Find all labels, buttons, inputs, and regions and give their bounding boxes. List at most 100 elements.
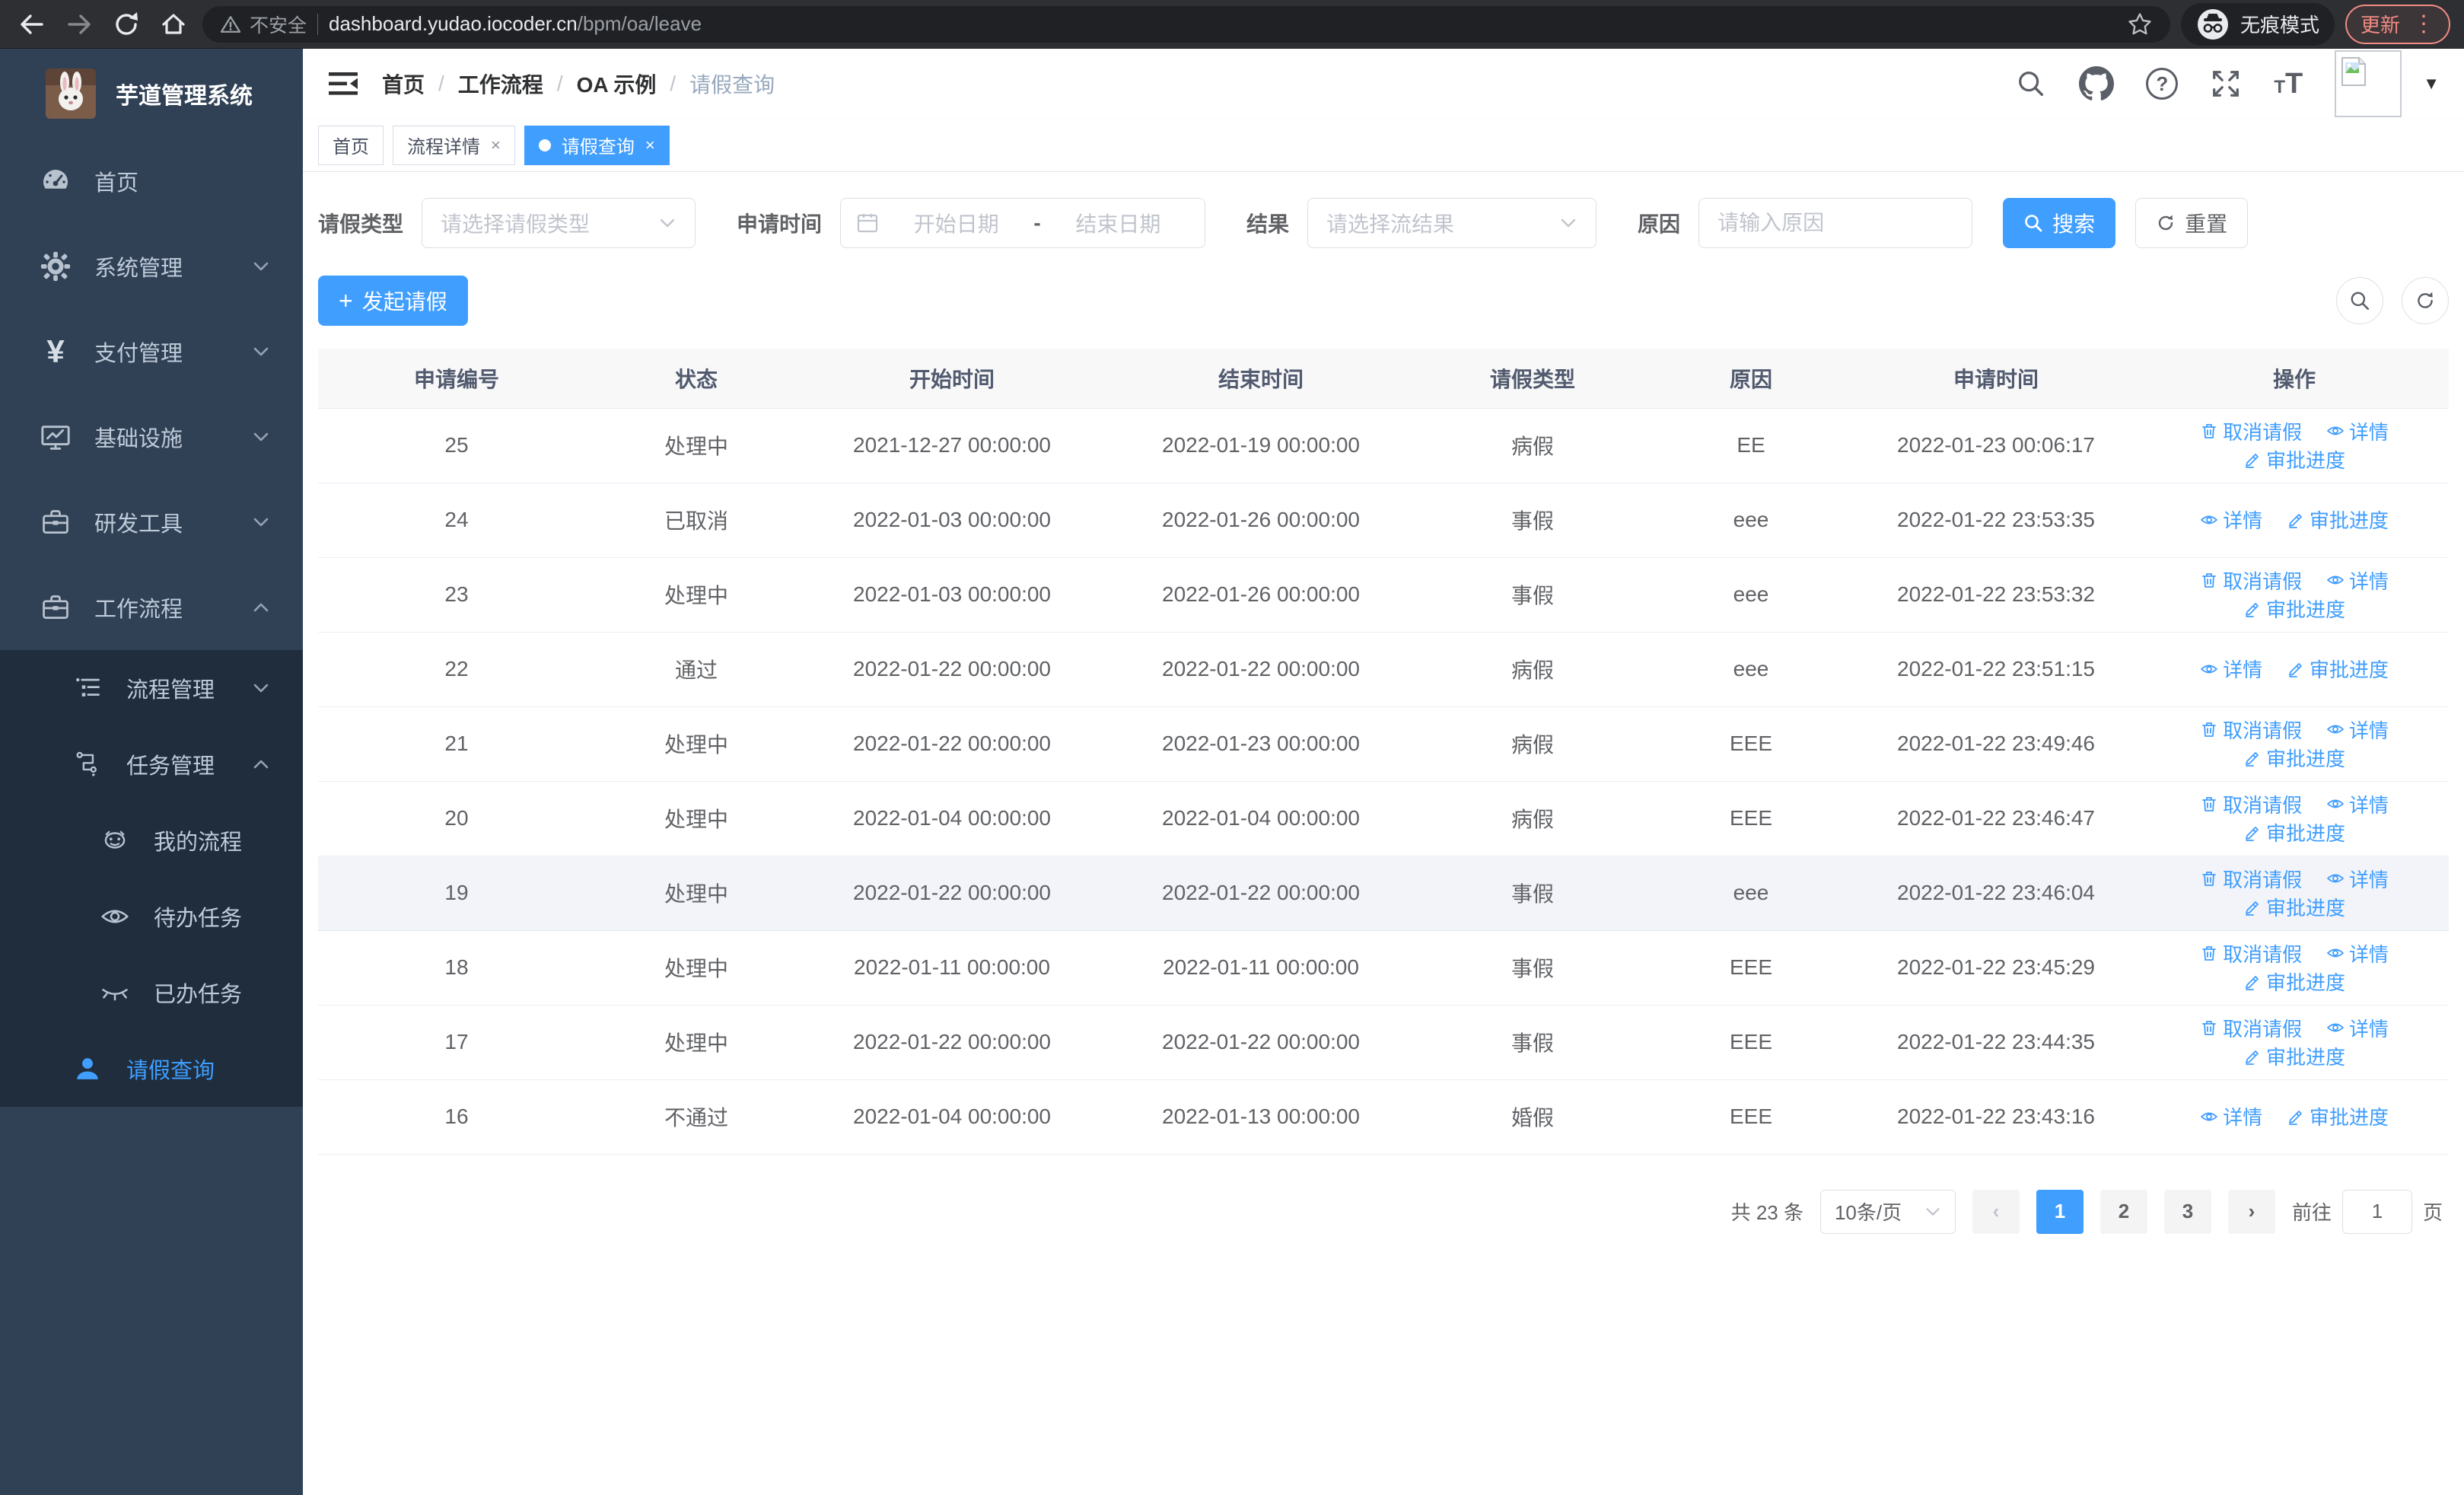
table-row: 17 处理中 2022-01-22 00:00:00 2022-01-22 00… <box>318 1005 2449 1080</box>
page-size-select[interactable]: 10条/页 <box>1819 1189 1956 1234</box>
goto-page-input[interactable] <box>2341 1189 2412 1234</box>
browser-home-icon[interactable] <box>155 6 192 43</box>
face-icon <box>97 826 132 855</box>
address-bar[interactable]: 不安全 dashboard.yudao.iocoder.cn/bpm/oa/le… <box>202 5 2170 43</box>
page-content: 请假类型 请选择请假类型 申请时间 开始日期 - 结束日期 结果 请选择流结果 … <box>303 172 2464 1495</box>
cancel-leave-link[interactable]: 取消请假 <box>2200 716 2302 744</box>
hide-search-button[interactable] <box>2336 277 2383 324</box>
approval-progress-link[interactable]: 审批进度 <box>2287 1102 2389 1130</box>
chevron-down-icon <box>251 512 271 532</box>
detail-link[interactable]: 详情 <box>2326 1014 2389 1042</box>
cell-status: 处理中 <box>595 408 797 483</box>
tab-process-detail[interactable]: 流程详情 × <box>393 125 515 165</box>
breadcrumb-item[interactable]: 首页 <box>382 69 425 99</box>
help-icon[interactable]: ? <box>2146 68 2179 100</box>
approval-progress-link[interactable]: 审批进度 <box>2243 594 2345 623</box>
page-button-3[interactable]: 3 <box>2163 1189 2211 1234</box>
divider <box>317 13 319 35</box>
sidebar-item-devtools[interactable]: 研发工具 <box>0 480 303 565</box>
cancel-leave-link[interactable]: 取消请假 <box>2200 790 2302 818</box>
cancel-leave-link[interactable]: 取消请假 <box>2200 865 2302 893</box>
cancel-leave-link[interactable]: 取消请假 <box>2200 566 2302 594</box>
trash-icon <box>2202 872 2216 886</box>
table-toolbar: + 发起请假 <box>318 276 2449 326</box>
approval-progress-link[interactable]: 审批进度 <box>2287 505 2389 534</box>
detail-link[interactable]: 详情 <box>2326 716 2389 744</box>
approval-progress-link[interactable]: 审批进度 <box>2243 1042 2345 1070</box>
refresh-table-button[interactable] <box>2402 277 2449 324</box>
next-page-button[interactable]: › <box>2227 1189 2275 1234</box>
detail-link[interactable]: 详情 <box>2200 1102 2262 1130</box>
create-leave-button[interactable]: + 发起请假 <box>318 276 468 326</box>
table-row: 25 处理中 2021-12-27 00:00:00 2022-01-19 00… <box>318 408 2449 483</box>
approval-progress-link[interactable]: 审批进度 <box>2243 818 2345 846</box>
sidebar-item-process-mgmt[interactable]: 流程管理 <box>0 650 303 726</box>
sidebar-collapse-icon[interactable] <box>327 69 359 98</box>
cell-apply-id: 22 <box>318 632 595 707</box>
browser-menu-icon[interactable]: ⋮ <box>2412 12 2435 36</box>
font-size-icon[interactable]: TT <box>2274 68 2303 100</box>
cell-start-time: 2022-01-22 00:00:00 <box>797 632 1106 707</box>
sidebar-item-pay[interactable]: ¥ 支付管理 <box>0 309 303 394</box>
page-button-1[interactable]: 1 <box>2036 1189 2084 1234</box>
browser-forward-icon[interactable] <box>61 6 97 43</box>
sidebar-item-label: 首页 <box>94 171 139 196</box>
detail-link[interactable]: 详情 <box>2326 939 2389 967</box>
approval-progress-link[interactable]: 审批进度 <box>2243 893 2345 921</box>
eye-icon <box>2326 575 2344 585</box>
cancel-leave-link[interactable]: 取消请假 <box>2200 1014 2302 1042</box>
sidebar-item-my-process[interactable]: 我的流程 <box>0 802 303 878</box>
browser-reload-icon[interactable] <box>108 6 145 43</box>
search-icon[interactable] <box>2015 68 2047 100</box>
detail-link[interactable]: 详情 <box>2326 790 2389 818</box>
search-button[interactable]: 搜索 <box>2003 198 2116 248</box>
detail-link[interactable]: 详情 <box>2326 417 2389 445</box>
approval-progress-link[interactable]: 审批进度 <box>2243 967 2345 996</box>
sidebar-item-infra[interactable]: 基础设施 <box>0 394 303 480</box>
cancel-leave-link[interactable]: 取消请假 <box>2200 939 2302 967</box>
apply-time-range-picker[interactable]: 开始日期 - 结束日期 <box>840 198 1206 248</box>
user-menu-caret-icon[interactable]: ▼ <box>2423 74 2440 94</box>
not-secure-warning-icon <box>220 15 241 33</box>
breadcrumb-item[interactable]: 工作流程 <box>458 69 543 99</box>
sidebar-item-system[interactable]: 系统管理 <box>0 224 303 309</box>
date-end-placeholder[interactable]: 结束日期 <box>1047 208 1189 238</box>
fullscreen-icon[interactable] <box>2210 68 2242 100</box>
approval-progress-link[interactable]: 审批进度 <box>2243 744 2345 772</box>
sidebar-item-todo-task[interactable]: 待办任务 <box>0 878 303 955</box>
app-logo-row[interactable]: 芋道管理系统 <box>0 49 303 139</box>
browser-back-icon[interactable] <box>14 6 50 43</box>
cell-end-time: 2022-01-22 00:00:00 <box>1106 632 1415 707</box>
approval-progress-link[interactable]: 审批进度 <box>2243 445 2345 473</box>
page-button-2[interactable]: 2 <box>2099 1189 2147 1234</box>
cancel-leave-link[interactable]: 取消请假 <box>2200 417 2302 445</box>
cell-end-time: 2022-01-19 00:00:00 <box>1106 408 1415 483</box>
cell-end-time: 2022-01-22 00:00:00 <box>1106 1005 1415 1080</box>
avatar[interactable] <box>2335 50 2402 117</box>
bookmark-star-icon[interactable] <box>2126 11 2154 38</box>
github-icon[interactable] <box>2079 66 2115 101</box>
sidebar-item-task-mgmt[interactable]: 任务管理 <box>0 726 303 802</box>
breadcrumb-item[interactable]: OA 示例 <box>577 69 657 99</box>
sidebar-item-workflow[interactable]: 工作流程 <box>0 565 303 650</box>
leave-type-select[interactable]: 请选择请假类型 <box>422 198 696 248</box>
browser-update-button[interactable]: 更新 ⋮ <box>2345 4 2450 44</box>
detail-link[interactable]: 详情 <box>2200 655 2262 683</box>
detail-link[interactable]: 详情 <box>2200 505 2262 534</box>
sidebar-item-done-task[interactable]: 已办任务 <box>0 955 303 1031</box>
date-start-placeholder[interactable]: 开始日期 <box>885 208 1027 238</box>
magnifier-icon <box>2351 292 2370 311</box>
reset-button[interactable]: 重置 <box>2135 198 2249 248</box>
approval-progress-link[interactable]: 审批进度 <box>2287 655 2389 683</box>
tab-home[interactable]: 首页 <box>318 125 384 165</box>
close-icon[interactable]: × <box>645 135 655 155</box>
result-select[interactable]: 请选择流结果 <box>1307 198 1597 248</box>
sidebar-item-leave-query[interactable]: 请假查询 <box>0 1031 303 1107</box>
sidebar-item-home[interactable]: 首页 <box>0 139 303 224</box>
reason-input[interactable] <box>1717 211 1954 235</box>
prev-page-button[interactable]: ‹ <box>1972 1189 2020 1234</box>
tab-leave-query[interactable]: 请假查询 × <box>524 125 670 165</box>
detail-link[interactable]: 详情 <box>2326 566 2389 594</box>
close-icon[interactable]: × <box>491 135 501 155</box>
detail-link[interactable]: 详情 <box>2326 865 2389 893</box>
